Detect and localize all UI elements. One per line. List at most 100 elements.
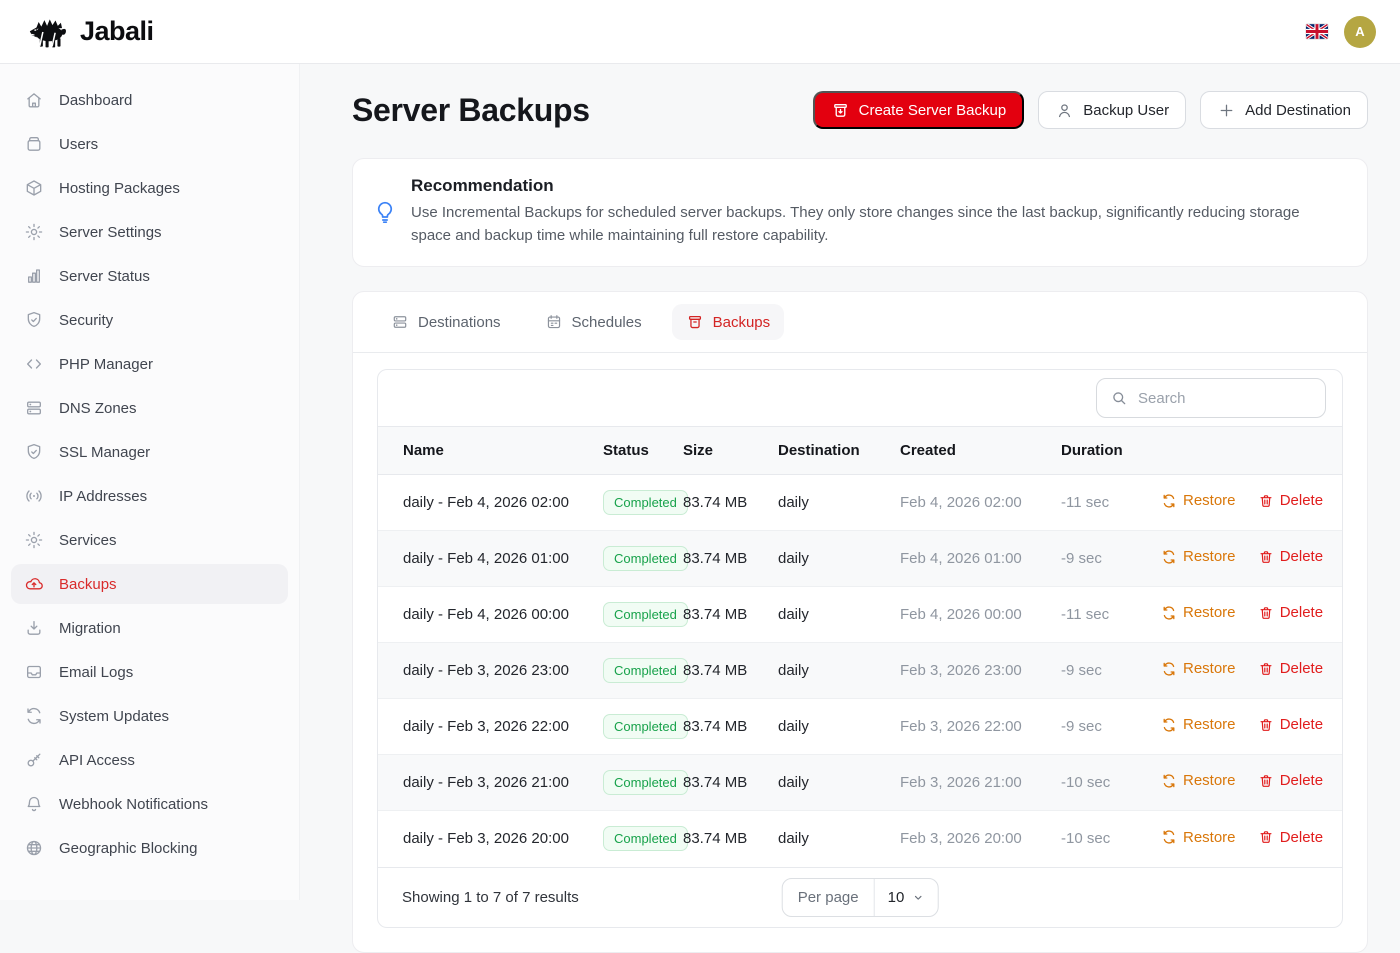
backup-user-button[interactable]: Backup User	[1038, 91, 1186, 129]
backup-destination: daily	[766, 811, 888, 867]
restore-icon	[1161, 661, 1177, 677]
sidebar-item-ip-addresses[interactable]: IP Addresses	[11, 476, 288, 516]
sidebar-item-hosting-packages[interactable]: Hosting Packages	[11, 168, 288, 208]
delete-button[interactable]: Delete	[1258, 492, 1323, 509]
add-destination-button[interactable]: Add Destination	[1200, 91, 1368, 129]
backup-created: Feb 4, 2026 02:00	[888, 475, 1049, 531]
restore-button[interactable]: Restore	[1161, 660, 1236, 677]
backups-panel: Destinations Schedules Backups	[352, 291, 1368, 953]
table-row: daily - Feb 3, 2026 21:00 Completed 83.7…	[378, 755, 1342, 811]
gear-icon	[24, 222, 44, 242]
backup-duration: -9 sec	[1049, 643, 1149, 699]
user-icon	[1055, 101, 1074, 120]
backup-name: daily - Feb 3, 2026 21:00	[378, 755, 591, 811]
delete-button[interactable]: Delete	[1258, 548, 1323, 565]
sidebar-item-php-manager[interactable]: PHP Manager	[11, 344, 288, 384]
package-icon	[24, 178, 44, 198]
server-stack-icon	[24, 398, 44, 418]
sidebar-item-ssl-manager[interactable]: SSL Manager	[11, 432, 288, 472]
sidebar-item-services[interactable]: Services	[11, 520, 288, 560]
sidebar-item-label: Migration	[59, 620, 121, 637]
search-input[interactable]	[1138, 390, 1312, 407]
restore-button[interactable]: Restore	[1161, 772, 1236, 789]
sidebar-item-backups[interactable]: Backups	[11, 564, 288, 604]
archive-down-icon	[831, 101, 850, 120]
restore-button[interactable]: Restore	[1161, 548, 1236, 565]
user-avatar[interactable]: A	[1344, 16, 1376, 48]
bell-icon	[24, 794, 44, 814]
backup-destination: daily	[766, 587, 888, 643]
sidebar-item-label: System Updates	[59, 708, 169, 725]
backup-name: daily - Feb 4, 2026 01:00	[378, 531, 591, 587]
tab-bar: Destinations Schedules Backups	[353, 292, 1367, 353]
backup-created: Feb 3, 2026 23:00	[888, 643, 1049, 699]
chevron-down-icon	[911, 891, 924, 904]
recommendation-body: Use Incremental Backups for scheduled se…	[411, 202, 1301, 247]
column-header-created: Created	[888, 427, 1049, 475]
sidebar-item-label: Hosting Packages	[59, 180, 180, 197]
backup-created: Feb 3, 2026 21:00	[888, 755, 1049, 811]
sidebar-item-webhook-notifications[interactable]: Webhook Notifications	[11, 784, 288, 824]
tab-destinations[interactable]: Destinations	[377, 304, 515, 340]
page-title: Server Backups	[352, 92, 590, 129]
calendar-icon	[545, 313, 563, 331]
sidebar-item-users[interactable]: Users	[11, 124, 288, 164]
trash-icon	[1258, 493, 1274, 509]
brand-logo[interactable]: Jabali	[26, 13, 154, 51]
restore-button[interactable]: Restore	[1161, 716, 1236, 733]
sidebar-item-email-logs[interactable]: Email Logs	[11, 652, 288, 692]
shield-check-icon	[24, 442, 44, 462]
sidebar-item-migration[interactable]: Migration	[11, 608, 288, 648]
restore-button[interactable]: Restore	[1161, 492, 1236, 509]
plus-icon	[1217, 101, 1236, 120]
backup-created: Feb 4, 2026 01:00	[888, 531, 1049, 587]
delete-button[interactable]: Delete	[1258, 604, 1323, 621]
delete-button[interactable]: Delete	[1258, 829, 1323, 846]
download-tray-icon	[24, 618, 44, 638]
sidebar-item-dns-zones[interactable]: DNS Zones	[11, 388, 288, 428]
delete-button[interactable]: Delete	[1258, 716, 1323, 733]
backup-size: 83.74 MB	[671, 475, 766, 531]
delete-button[interactable]: Delete	[1258, 660, 1323, 677]
backup-duration: -10 sec	[1049, 755, 1149, 811]
create-server-backup-button[interactable]: Create Server Backup	[813, 91, 1025, 129]
inbox-icon	[24, 662, 44, 682]
backup-name: daily - Feb 3, 2026 23:00	[378, 643, 591, 699]
sidebar-item-label: Server Settings	[59, 224, 162, 241]
sidebar-item-dashboard[interactable]: Dashboard	[11, 80, 288, 120]
sidebar-item-security[interactable]: Security	[11, 300, 288, 340]
results-summary: Showing 1 to 7 of 7 results	[402, 889, 579, 906]
trash-icon	[1258, 829, 1274, 845]
sidebar-item-label: DNS Zones	[59, 400, 137, 417]
globe-icon	[24, 838, 44, 858]
backup-size: 83.74 MB	[671, 811, 766, 867]
backup-size: 83.74 MB	[671, 587, 766, 643]
restore-icon	[1161, 605, 1177, 621]
restore-button[interactable]: Restore	[1161, 829, 1236, 846]
delete-button[interactable]: Delete	[1258, 772, 1323, 789]
table-row: daily - Feb 3, 2026 23:00 Completed 83.7…	[378, 643, 1342, 699]
sidebar-item-label: Services	[59, 532, 117, 549]
backup-destination: daily	[766, 475, 888, 531]
status-badge: Completed	[603, 770, 688, 795]
per-page-select[interactable]: Per page 10	[782, 878, 939, 917]
backup-duration: -10 sec	[1049, 811, 1149, 867]
sidebar-item-system-updates[interactable]: System Updates	[11, 696, 288, 736]
backup-name: daily - Feb 3, 2026 22:00	[378, 699, 591, 755]
refresh-icon	[24, 706, 44, 726]
sidebar-item-label: Users	[59, 136, 98, 153]
restore-button[interactable]: Restore	[1161, 604, 1236, 621]
sidebar-item-server-settings[interactable]: Server Settings	[11, 212, 288, 252]
backups-table: Name Status Size Destination Created Dur…	[378, 426, 1342, 867]
sidebar-item-server-status[interactable]: Server Status	[11, 256, 288, 296]
restore-icon	[1161, 717, 1177, 733]
sidebar-item-label: IP Addresses	[59, 488, 147, 505]
tab-backups[interactable]: Backups	[672, 304, 785, 340]
tab-schedules[interactable]: Schedules	[531, 304, 656, 340]
backup-destination: daily	[766, 755, 888, 811]
sidebar-item-api-access[interactable]: API Access	[11, 740, 288, 780]
status-badge: Completed	[603, 490, 688, 515]
language-flag-uk-icon[interactable]	[1306, 24, 1328, 39]
sidebar-item-geographic-blocking[interactable]: Geographic Blocking	[11, 828, 288, 868]
cloud-upload-icon	[24, 574, 44, 594]
